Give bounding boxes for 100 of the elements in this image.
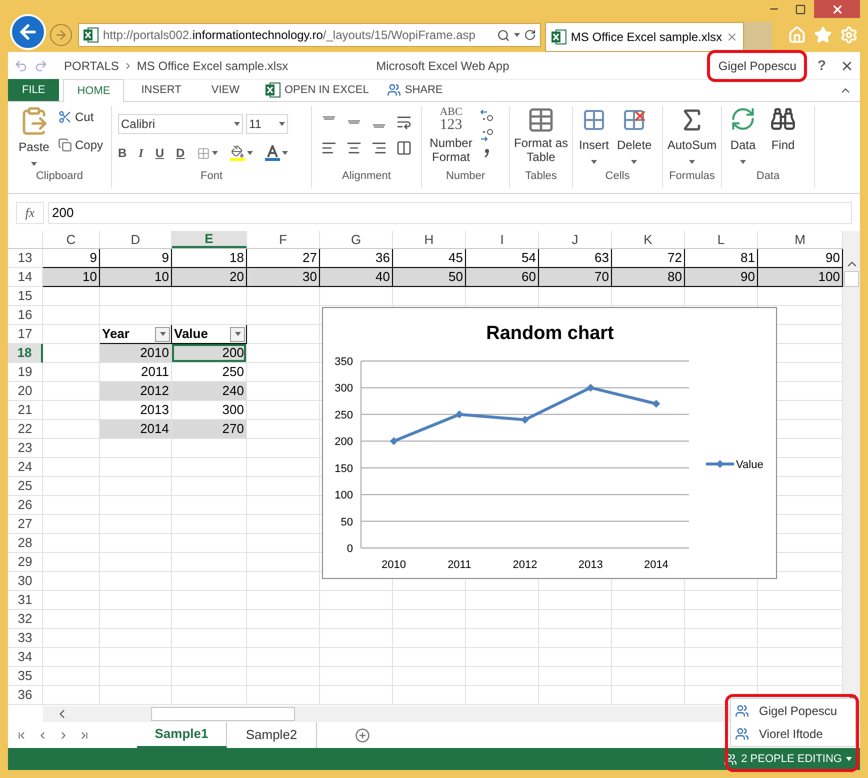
chart-title: Random chart (486, 323, 614, 344)
row-header[interactable]: 28 (8, 534, 43, 553)
row-header[interactable]: 34 (8, 648, 43, 667)
close-icon[interactable] (726, 31, 738, 43)
number-format-button[interactable]: ABC 123 Number Format (426, 106, 476, 164)
font-style-button[interactable]: U (155, 144, 164, 162)
ribbon-command[interactable]: OPEN IN EXCEL (258, 79, 375, 101)
fill-color-button[interactable] (230, 145, 253, 161)
column-header[interactable]: F (247, 231, 320, 248)
align-center-icon[interactable] (346, 140, 362, 156)
align-left-icon[interactable] (321, 140, 337, 156)
row-header[interactable]: 23 (8, 439, 43, 458)
scroll-thumb[interactable] (844, 271, 859, 287)
format-as-table-button[interactable]: Format as Table (510, 106, 572, 164)
column-header[interactable]: H (393, 231, 466, 248)
filter-button[interactable] (230, 326, 245, 342)
row-header[interactable]: 21 (8, 401, 43, 420)
row-header[interactable]: 26 (8, 496, 43, 515)
decrease-decimal-icon[interactable] (480, 128, 494, 142)
add-sheet-icon[interactable] (355, 728, 370, 742)
group-label: Font (199, 171, 224, 184)
people-editing-button[interactable]: 2 PEOPLE EDITING (724, 750, 852, 768)
column-header[interactable]: I (466, 231, 539, 248)
new-tab-button[interactable] (744, 22, 772, 52)
row-header[interactable]: 31 (8, 591, 43, 610)
table-cell (43, 287, 100, 306)
cut-button[interactable]: Cut (58, 108, 104, 126)
star-icon[interactable] (814, 26, 832, 44)
column-header[interactable]: G (320, 231, 393, 248)
column-header[interactable]: C (43, 231, 100, 248)
group-label: Number (444, 171, 486, 184)
breadcrumb-link[interactable]: PORTALS (64, 56, 119, 74)
breadcrumb-link[interactable]: MS Office Excel sample.xlsx (136, 56, 288, 74)
scroll-thumb[interactable] (151, 707, 295, 721)
column-header[interactable]: L (685, 231, 758, 248)
font-style-button[interactable]: D (176, 144, 185, 162)
ribbon-tab[interactable]: VIEW (198, 79, 252, 101)
data-point (652, 400, 660, 408)
row-header[interactable]: 35 (8, 667, 43, 686)
row-header[interactable]: 32 (8, 610, 43, 629)
font-name-field[interactable]: Calibri (118, 114, 243, 134)
font-color-button[interactable] (264, 145, 288, 161)
row-header[interactable]: 24 (8, 458, 43, 477)
font-style-button[interactable]: I (138, 144, 144, 162)
back-button[interactable] (10, 14, 46, 50)
user-name[interactable]: Gigel Popescu (707, 50, 808, 82)
app-title: Microsoft Excel Web App (376, 58, 510, 74)
copy-button[interactable]: Copy (58, 136, 104, 154)
formula-field[interactable]: 200 (48, 202, 852, 224)
refresh-icon[interactable] (524, 29, 536, 41)
row-header[interactable]: 16 (8, 306, 43, 325)
autosum-button[interactable]: AutoSum (663, 106, 721, 164)
column-header[interactable]: E (172, 231, 247, 248)
row-header[interactable]: 30 (8, 572, 43, 591)
search-icon[interactable] (497, 28, 510, 42)
data-button[interactable]: Data (730, 106, 756, 164)
insert-button[interactable]: Insert (579, 106, 610, 164)
person-item[interactable]: Gigel Popescu (731, 702, 855, 720)
first-sheet-icon[interactable] (16, 730, 27, 740)
close-button[interactable] (814, 0, 860, 18)
row-header[interactable]: 19 (8, 363, 43, 382)
ribbon-tab[interactable]: HOME (63, 79, 124, 102)
browser-tab[interactable]: MS Office Excel sample.xlsx (545, 22, 744, 52)
abc-123-icon: ABC 123 (440, 106, 462, 132)
borders-button[interactable] (196, 146, 218, 160)
delete-button[interactable]: Delete (617, 106, 652, 164)
table-cell (43, 534, 100, 553)
row-header[interactable]: 29 (8, 553, 43, 572)
help-button[interactable]: ? (817, 55, 826, 76)
vertical-scrollbar[interactable] (843, 231, 860, 706)
address-bar[interactable]: http://portals002.informationtechnology.ro/_layouts/15/WopiFrame.asp (78, 23, 541, 47)
find-button[interactable]: Find (770, 106, 796, 164)
file-tab[interactable]: FILE (8, 79, 60, 101)
wrap-text-icon[interactable] (396, 114, 412, 130)
row-header[interactable]: 25 (8, 477, 43, 496)
row-header[interactable]: 18 (8, 344, 43, 363)
increase-decimal-icon[interactable] (480, 108, 494, 122)
row-header[interactable]: 15 (8, 287, 43, 306)
table-cell (100, 515, 172, 534)
align-right-icon[interactable] (371, 140, 387, 156)
paste-button[interactable]: Paste (14, 106, 54, 166)
row-header[interactable]: 33 (8, 629, 43, 648)
column-header[interactable]: K (612, 231, 685, 248)
table-cell: 2014 (100, 420, 172, 439)
person-item[interactable]: Viorel Iftode (731, 725, 855, 744)
filter-button[interactable] (155, 326, 170, 342)
column-header[interactable]: J (539, 231, 612, 248)
merge-icon[interactable] (396, 140, 412, 156)
ribbon-tab[interactable]: INSERT (128, 79, 194, 101)
font-size-field[interactable]: 11 (246, 114, 288, 134)
ribbon-command[interactable]: SHARE (380, 79, 449, 101)
scissors-icon (58, 110, 72, 124)
row-header[interactable]: 36 (8, 686, 43, 705)
row-header[interactable]: 27 (8, 515, 43, 534)
font-style-button[interactable]: B (118, 144, 127, 162)
row-header[interactable]: 22 (8, 420, 43, 439)
row-header[interactable]: 20 (8, 382, 43, 401)
caret-icon (282, 151, 288, 155)
last-sheet-icon[interactable] (79, 730, 90, 740)
table-cell (100, 439, 172, 458)
